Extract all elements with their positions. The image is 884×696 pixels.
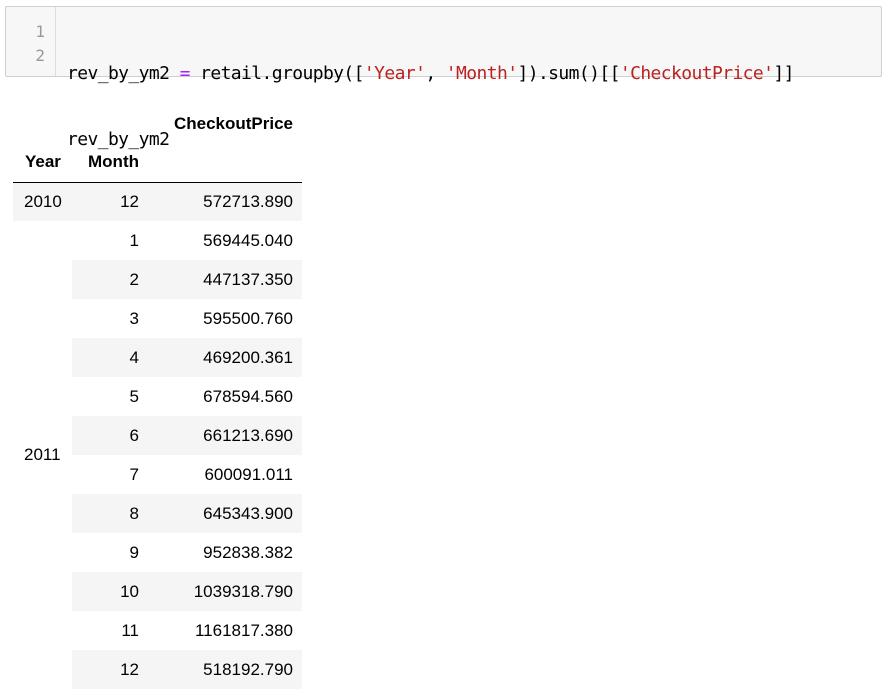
index-month-cell: 6	[72, 416, 148, 455]
column-header-row: CheckoutPrice	[13, 104, 302, 143]
code-token: ]]	[773, 63, 794, 84]
checkout-price-cell: 572713.890	[148, 182, 302, 221]
index-month-cell: 11	[121, 620, 139, 640]
checkout-price-cell: 518192.790	[148, 650, 302, 689]
index-month-cell: 1	[129, 230, 139, 250]
index-month-cell: 8	[72, 494, 148, 533]
table-row: 2010 12 572713.890	[13, 182, 302, 221]
index-month-cell: 2	[72, 260, 148, 299]
line-number: 2	[35, 46, 45, 65]
code-string: 'Month'	[445, 63, 518, 84]
checkout-price-cell: 569445.040	[203, 230, 293, 250]
index-year-cell: 2010	[13, 182, 72, 221]
index-year-cell: 2011	[24, 445, 61, 464]
index-month-cell: 4	[72, 338, 148, 377]
index-month-cell: 9	[129, 542, 139, 562]
code-token: rev_by_ym2	[67, 63, 180, 84]
line-number-gutter: 1 2	[6, 7, 56, 76]
checkout-price-cell: 600091.011	[204, 464, 293, 484]
code-token: ,	[425, 63, 446, 84]
line-number: 1	[35, 22, 45, 41]
index-month-cell: 12	[72, 650, 148, 689]
checkout-price-cell: 678594.560	[203, 386, 293, 406]
index-month-cell: 5	[129, 386, 139, 406]
checkout-price-cell: 952838.382	[203, 542, 293, 562]
checkout-price-cell: 645343.900	[148, 494, 302, 533]
output-area: CheckoutPrice Year Month 2010 12 572713.89…	[13, 104, 302, 689]
checkout-price-cell: 1161817.380	[194, 620, 293, 640]
code-token: retail.groupby([	[189, 63, 364, 84]
checkout-price-cell: 1039318.790	[148, 572, 302, 611]
table-body: 2010 12 572713.890 2011 1 569445.040 2 447137.3…	[13, 182, 302, 689]
header-blank	[148, 143, 302, 183]
code-input-cell[interactable]: 1 2 rev_by_ym2 = retail.groupby(['Year',…	[5, 6, 882, 150]
column-header-checkoutprice: CheckoutPrice	[173, 113, 293, 133]
header-blank	[13, 104, 72, 143]
code-token: ]).sum()[[	[517, 63, 620, 84]
index-name-year: Year	[13, 143, 72, 183]
code-string: 'CheckoutPrice'	[619, 63, 774, 84]
index-name-month: Month	[72, 143, 148, 183]
code-string: 'Year'	[363, 63, 426, 84]
checkout-price-cell: 595500.760	[203, 308, 293, 328]
index-names-row: Year Month	[13, 143, 302, 183]
index-month-cell: 3	[129, 308, 139, 328]
code-operator: =	[179, 63, 191, 84]
header-blank	[72, 104, 148, 143]
code-editor[interactable]: rev_by_ym2 = retail.groupby(['Year', 'Mo…	[56, 7, 795, 150]
checkout-price-cell: 469200.361	[148, 338, 302, 377]
index-month-cell: 12	[72, 182, 148, 221]
checkout-price-cell: 447137.350	[148, 260, 302, 299]
table-row: 2011 1 569445.040	[13, 221, 302, 465]
dataframe-table: CheckoutPrice Year Month 2010 12 572713.89…	[13, 104, 302, 689]
index-month-cell: 10	[72, 572, 148, 611]
code-line-1: rev_by_ym2 = retail.groupby(['Year', 'Mo…	[67, 62, 795, 86]
checkout-price-cell: 661213.690	[148, 416, 302, 455]
index-month-cell: 7	[129, 464, 139, 484]
